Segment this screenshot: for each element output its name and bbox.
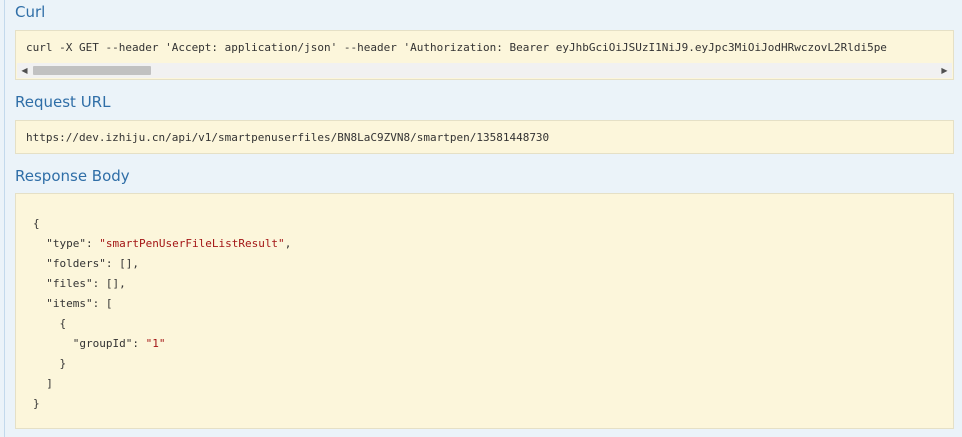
json-value-folders: [] [119,257,133,270]
response-body-heading: Response Body [15,167,130,185]
scrollbar-thumb[interactable] [33,66,151,75]
horizontal-scrollbar[interactable]: ◀ ▶ [17,63,952,78]
request-url-value: https://dev.izhiju.cn/api/v1/smartpenuse… [26,131,550,144]
json-item-close: } [59,357,67,370]
request-url-block: https://dev.izhiju.cn/api/v1/smartpenuse… [15,120,954,154]
response-panel: Curl curl -X GET --header 'Accept: appli… [4,0,962,437]
json-key-type: "type" [46,237,86,250]
json-value-files: [] [105,277,120,290]
scroll-left-icon[interactable]: ◀ [17,63,32,78]
response-body-block: { "type": "smartPenUserFileListResult", … [15,193,954,429]
request-url-heading: Request URL [15,93,111,111]
response-json: { "type": "smartPenUserFileListResult", … [33,217,292,410]
json-items-close: ] [46,377,53,390]
curl-command: curl -X GET --header 'Accept: applicatio… [26,41,887,54]
curl-block[interactable]: curl -X GET --header 'Accept: applicatio… [15,30,954,80]
json-key-folders: "folders" [46,257,106,270]
json-item-open: { [59,317,67,330]
json-items-open: [ [105,297,113,310]
scroll-right-icon[interactable]: ▶ [937,63,952,78]
curl-heading: Curl [15,3,46,21]
json-key-groupid: "groupId" [72,337,133,350]
json-open-brace: { [33,217,40,230]
json-key-items: "items" [46,297,93,310]
json-key-files: "files" [46,277,93,290]
json-value-groupid: "1" [145,337,166,350]
json-value-type: "smartPenUserFileListResult" [99,237,285,250]
json-close-brace: } [33,397,40,410]
